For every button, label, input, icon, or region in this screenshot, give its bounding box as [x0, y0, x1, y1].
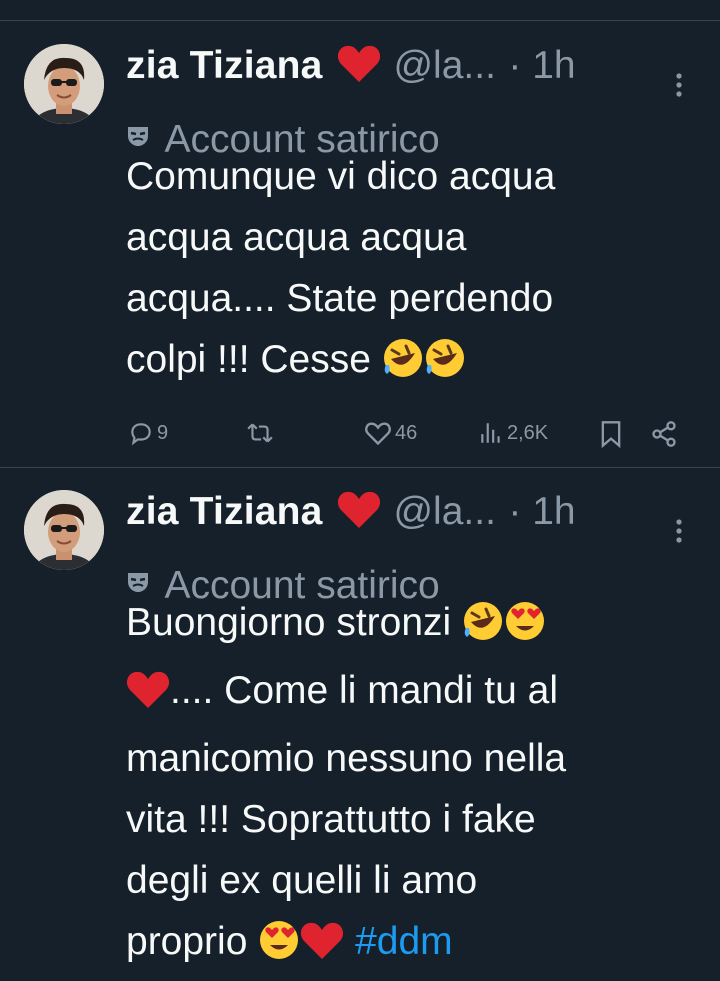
tweet-line: vita !!! Soprattutto i fake — [126, 798, 536, 841]
red-heart-emoji — [337, 490, 381, 535]
tweet-1[interactable]: zia Tiziana @la... · 1h Account satirico… — [0, 30, 720, 470]
heart-eyes-emoji — [504, 599, 546, 660]
view-count: 2,6K — [507, 421, 549, 444]
author-handle[interactable]: @la... — [393, 490, 495, 533]
share-button[interactable] — [650, 420, 678, 448]
rofl-emoji — [382, 336, 424, 397]
avatar[interactable] — [24, 44, 104, 124]
views-icon — [481, 423, 500, 443]
tweet-line: Buongiorno stronzi — [126, 601, 452, 644]
tweet-line: manicomio nessuno nella — [126, 737, 567, 780]
reply-icon — [131, 423, 151, 446]
tweet-line: colpi !!! Cesse — [126, 338, 371, 381]
views-button[interactable]: 2,6K — [478, 420, 548, 446]
author-name[interactable]: zia Tiziana — [126, 44, 323, 87]
reply-button[interactable]: 9 — [128, 420, 168, 446]
tweet-actions: 9 46 2,6K — [0, 416, 720, 456]
bookmark-button[interactable] — [598, 420, 624, 448]
tweet-line-with-emoji: proprio #ddm — [126, 911, 706, 979]
tweet-line-with-emoji: .... Come li mandi tu al — [126, 660, 706, 728]
tweet-line-with-emoji: colpi !!! Cesse — [126, 329, 706, 397]
tweet-line: acqua.... State perdendo — [126, 277, 554, 320]
tweet-header: zia Tiziana @la... · 1h — [126, 490, 576, 538]
like-count: 46 — [395, 421, 418, 444]
like-icon — [365, 422, 391, 446]
tweet-line: Comunque vi dico acqua — [126, 155, 556, 198]
tweet-line: proprio — [126, 920, 248, 963]
tweet-line: .... Come li mandi tu al — [170, 669, 558, 712]
red-heart-emoji — [337, 44, 381, 89]
tweet-text: Comunque vi dico acqua acqua acqua acqua… — [126, 146, 706, 397]
author-name[interactable]: zia Tiziana — [126, 490, 323, 533]
tweet-divider — [0, 467, 720, 468]
top-divider — [0, 20, 720, 21]
reply-count: 9 — [157, 421, 169, 444]
more-options-icon[interactable] — [672, 72, 686, 103]
tweet-line-with-emoji: Buongiorno stronzi — [126, 592, 706, 660]
hashtag-link[interactable]: #ddm — [355, 920, 453, 963]
red-heart-emoji — [300, 918, 344, 979]
tweet-line: acqua acqua acqua — [126, 216, 467, 259]
avatar[interactable] — [24, 490, 104, 570]
more-options-icon[interactable] — [672, 518, 686, 549]
tweet-text: Buongiorno stronzi .... Come li mandi tu… — [126, 592, 706, 979]
retweet-button[interactable] — [246, 420, 274, 446]
rofl-emoji — [424, 336, 466, 397]
like-button[interactable]: 46 — [364, 420, 417, 446]
author-handle[interactable]: @la... — [393, 44, 495, 87]
tweet-2[interactable]: zia Tiziana @la... · 1h Account satirico… — [0, 476, 720, 981]
tweet-time[interactable]: · 1h — [508, 44, 575, 87]
retweet-icon — [247, 423, 273, 443]
bookmark-icon — [601, 421, 621, 448]
tweet-header: zia Tiziana @la... · 1h — [126, 44, 576, 92]
share-icon — [652, 421, 676, 447]
tweet-line: degli ex quelli li amo — [126, 859, 478, 902]
tweet-time[interactable]: · 1h — [508, 490, 575, 533]
heart-eyes-emoji — [258, 918, 300, 979]
rofl-emoji — [462, 599, 504, 660]
red-heart-emoji — [126, 667, 170, 728]
